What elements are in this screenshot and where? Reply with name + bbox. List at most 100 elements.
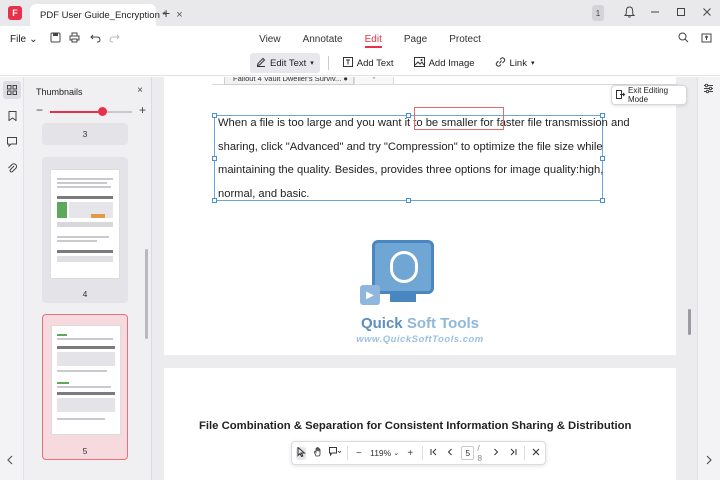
tab-title: PDF User Guide_Encryption * bbox=[40, 9, 167, 21]
thumbnails-title: Thumbnails bbox=[36, 87, 83, 97]
slider-fill bbox=[50, 111, 103, 113]
thumbnail-zoom-slider[interactable]: − + bbox=[36, 103, 146, 119]
toolbar-divider bbox=[327, 56, 329, 70]
hand-pan-icon[interactable] bbox=[312, 446, 322, 460]
tab-view[interactable]: View bbox=[259, 26, 281, 52]
link-label: Link bbox=[509, 57, 527, 69]
thumbnail-image bbox=[50, 169, 120, 279]
title-bar: F PDF User Guide_Encryption * × + 1 bbox=[0, 0, 720, 26]
edit-toolbar: Edit Text ▾ Add Text Add Image Link ▾ bbox=[0, 52, 720, 76]
slider-handle[interactable] bbox=[98, 107, 108, 116]
pencil-icon bbox=[256, 57, 266, 70]
tab-annotate[interactable]: Annotate bbox=[303, 26, 343, 52]
edit-text-label: Edit Text bbox=[270, 57, 307, 69]
monitor-stand bbox=[390, 294, 416, 302]
collapse-left-icon[interactable] bbox=[6, 455, 14, 468]
tab-page[interactable]: Page bbox=[404, 26, 427, 52]
thumbnail-page-number: 5 bbox=[82, 446, 88, 456]
thumbnail-page-5[interactable]: 5 bbox=[42, 314, 128, 460]
comment-tool-icon[interactable] bbox=[328, 446, 342, 460]
zoom-level-select[interactable]: 119% ⌄ bbox=[370, 448, 399, 458]
link-button[interactable]: Link ▾ bbox=[489, 53, 541, 73]
paragraph-line: When a file is too large and you want it… bbox=[218, 117, 630, 129]
thumbnail-page-3[interactable]: 3 bbox=[42, 123, 128, 145]
resize-handle[interactable] bbox=[212, 113, 217, 118]
document-scrollbar[interactable] bbox=[688, 309, 691, 335]
thumbnail-scrollbar[interactable] bbox=[145, 249, 148, 339]
paragraph-line: normal, and basic. bbox=[218, 187, 310, 200]
close-icon[interactable] bbox=[694, 6, 720, 20]
zoom-level-value: 119% bbox=[370, 448, 392, 458]
search-icon[interactable] bbox=[678, 32, 689, 46]
add-image-button[interactable]: Add Image bbox=[408, 53, 481, 73]
thumbnails-panel-button[interactable] bbox=[3, 81, 21, 99]
last-page-icon[interactable] bbox=[507, 448, 517, 459]
exit-editing-mode-button[interactable]: Exit Editing Mode bbox=[611, 85, 687, 105]
paragraph-line: maintaining the quality. Besides, provid… bbox=[218, 164, 604, 176]
paperclip-icon bbox=[8, 163, 17, 173]
chevron-down-icon: ▾ bbox=[310, 60, 314, 67]
tab-edit[interactable]: Edit bbox=[364, 26, 383, 52]
watermark-title-part: Soft Tools bbox=[406, 315, 480, 332]
close-icon[interactable]: × bbox=[137, 85, 143, 96]
section-heading: File Combination & Separation for Consis… bbox=[199, 420, 632, 432]
total-pages: / 8 bbox=[477, 443, 483, 463]
bookmark-panel-button[interactable] bbox=[3, 107, 21, 125]
zoom-out-button[interactable]: − bbox=[354, 448, 364, 459]
current-page-input[interactable]: 5 bbox=[461, 446, 475, 460]
select-cursor-icon[interactable] bbox=[296, 445, 307, 460]
tab-close-icon[interactable]: × bbox=[176, 9, 182, 21]
save-icon[interactable] bbox=[50, 32, 61, 46]
highlight-selection-box bbox=[414, 107, 504, 130]
maximize-icon[interactable] bbox=[668, 6, 694, 20]
link-icon bbox=[495, 56, 506, 70]
edit-text-button[interactable]: Edit Text ▾ bbox=[250, 53, 320, 73]
zoom-in-icon[interactable]: + bbox=[139, 103, 146, 117]
attachments-panel-button[interactable] bbox=[3, 159, 21, 177]
thumbnail-page-number: 4 bbox=[82, 289, 88, 299]
embedded-screenshot-tab: Fallout 4 Vault Dweller's Surviv... ● bbox=[224, 77, 354, 85]
close-icon[interactable] bbox=[531, 448, 541, 459]
properties-icon[interactable] bbox=[703, 83, 714, 97]
thumbnail-page-number: 3 bbox=[82, 129, 88, 139]
pdf-page: Fallout 4 Vault Dweller's Surviv... ● + … bbox=[164, 77, 678, 355]
divider bbox=[523, 446, 525, 460]
comment-icon bbox=[7, 137, 17, 147]
resize-handle[interactable] bbox=[212, 156, 217, 161]
redo-icon[interactable] bbox=[109, 32, 120, 46]
new-tab-button[interactable]: + bbox=[162, 5, 170, 21]
zoom-in-button[interactable]: + bbox=[405, 448, 415, 459]
previous-page-icon[interactable] bbox=[445, 448, 455, 459]
chevron-down-icon: ▾ bbox=[530, 60, 535, 67]
upload-icon[interactable] bbox=[701, 32, 712, 46]
exit-icon bbox=[616, 89, 626, 101]
notification-count-badge[interactable]: 1 bbox=[592, 5, 604, 21]
paragraph-line: sharing, click "Advanced" and try "Compr… bbox=[218, 140, 603, 153]
zoom-out-icon[interactable]: − bbox=[36, 103, 43, 117]
add-text-button[interactable]: Add Text bbox=[337, 53, 400, 73]
menu-bar: View Annotate Edit Page Protect File ⌄ bbox=[0, 26, 720, 52]
bell-icon[interactable] bbox=[616, 5, 642, 21]
editable-paragraph[interactable]: When a file is too large and you want it… bbox=[218, 112, 630, 206]
collapse-right-icon[interactable] bbox=[705, 455, 713, 468]
minimize-icon[interactable] bbox=[642, 6, 668, 20]
file-menu[interactable]: File ⌄ bbox=[10, 34, 38, 45]
document-tab[interactable]: PDF User Guide_Encryption * × bbox=[30, 4, 183, 26]
watermark-url: www.QuickSoftTools.com bbox=[356, 334, 484, 345]
right-sidebar-rail bbox=[688, 77, 720, 480]
add-text-label: Add Text bbox=[356, 57, 394, 69]
next-page-icon[interactable] bbox=[491, 448, 501, 459]
undo-icon[interactable] bbox=[89, 32, 101, 46]
watermark: ▶ Quick Soft Tools www.QuickSoftTools.co… bbox=[340, 240, 500, 355]
document-canvas[interactable]: Fallout 4 Vault Dweller's Surviv... ● + … bbox=[152, 77, 697, 480]
thumbnail-page-4[interactable]: 4 bbox=[42, 157, 128, 303]
first-page-icon[interactable] bbox=[428, 448, 438, 459]
add-image-label: Add Image bbox=[428, 57, 475, 69]
bottom-navigation-bar: − 119% ⌄ + 5 / 8 bbox=[291, 441, 546, 465]
resize-handle[interactable] bbox=[212, 198, 217, 203]
comments-panel-button[interactable] bbox=[3, 133, 21, 151]
print-icon[interactable] bbox=[69, 32, 80, 46]
tab-protect[interactable]: Protect bbox=[449, 26, 481, 52]
image-icon bbox=[413, 56, 425, 70]
watermark-title-part: Quick bbox=[360, 315, 407, 332]
